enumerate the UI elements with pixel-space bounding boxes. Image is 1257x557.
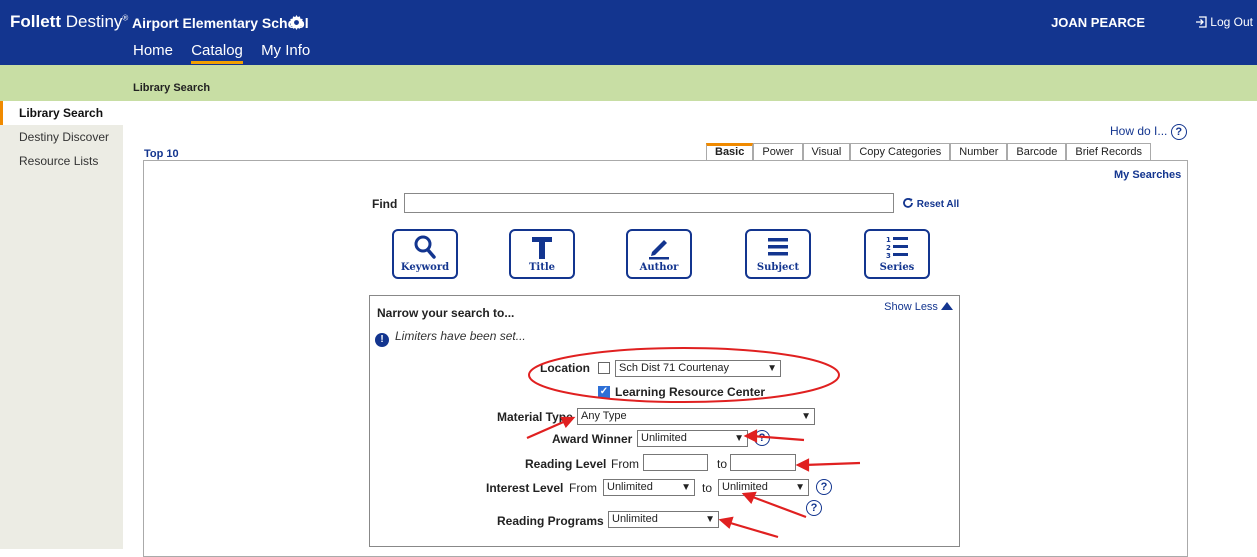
reset-icon <box>903 198 913 208</box>
sidebar-item-resource-lists[interactable]: Resource Lists <box>0 149 123 173</box>
narrow-title: Narrow your search to... <box>377 306 515 320</box>
location-checkbox[interactable] <box>598 362 610 374</box>
breadcrumb: Library Search <box>133 82 211 94</box>
sidebar-item-destiny-discover[interactable]: Destiny Discover <box>0 125 123 149</box>
search-tabs: Basic Power Visual Copy Categories Numbe… <box>706 143 1151 160</box>
series-search-button[interactable]: 123 Series <box>864 229 930 279</box>
tab-power[interactable]: Power <box>753 143 803 160</box>
nav-home[interactable]: Home <box>133 42 173 61</box>
user-name[interactable]: JOAN PEARCE <box>1051 15 1145 30</box>
pencil-icon <box>628 234 690 262</box>
award-winner-select[interactable]: Unlimited ▼ <box>637 430 748 447</box>
chevron-down-icon: ▼ <box>801 411 811 422</box>
logout-link[interactable]: Log Out <box>1195 15 1253 29</box>
show-less-link[interactable]: Show Less <box>884 301 953 313</box>
letter-t-icon <box>511 234 573 262</box>
lrc-checkbox[interactable]: ✓ <box>598 386 610 398</box>
chevron-down-icon: ▼ <box>734 433 744 444</box>
chevron-down-icon: ▼ <box>705 514 715 525</box>
author-search-button[interactable]: Author <box>626 229 692 279</box>
material-type-label: Material Type <box>497 410 573 424</box>
location-select[interactable]: Sch Dist 71 Courtenay ▼ <box>615 360 781 377</box>
sidebar: Library Search Destiny Discover Resource… <box>0 101 123 549</box>
reading-programs-select[interactable]: Unlimited ▼ <box>608 511 719 528</box>
tab-basic[interactable]: Basic <box>706 143 754 160</box>
nav-catalog[interactable]: Catalog <box>191 42 243 64</box>
svg-text:3: 3 <box>886 252 891 260</box>
chevron-down-icon: ▼ <box>795 482 805 493</box>
triangle-up-icon <box>941 302 953 310</box>
interest-level-to-select[interactable]: Unlimited ▼ <box>718 479 809 496</box>
alert-icon: ! <box>375 333 389 347</box>
reading-level-to-input[interactable] <box>730 454 796 471</box>
brand-logo[interactable]: Follett Destiny® <box>10 12 128 32</box>
interest-level-label: Interest Level <box>486 481 564 495</box>
interest-level-from-label: From <box>569 481 597 495</box>
subject-search-button[interactable]: Subject <box>745 229 811 279</box>
svg-text:1: 1 <box>886 236 891 244</box>
main-nav: Home Catalog My Info <box>133 42 324 64</box>
location-label: Location <box>540 361 590 375</box>
my-searches-link[interactable]: My Searches <box>1114 169 1181 181</box>
tab-barcode[interactable]: Barcode <box>1007 143 1067 160</box>
reading-level-label: Reading Level <box>525 457 607 471</box>
title-search-button[interactable]: Title <box>509 229 575 279</box>
reading-programs-help-icon[interactable]: ? <box>806 500 822 516</box>
reading-programs-label: Reading Programs <box>497 514 604 528</box>
interest-level-help-icon[interactable]: ? <box>816 479 832 495</box>
magnifier-icon <box>394 234 456 262</box>
award-winner-help-icon[interactable]: ? <box>754 430 770 446</box>
keyword-search-button[interactable]: Keyword <box>392 229 458 279</box>
logout-icon <box>1196 16 1207 28</box>
svg-text:2: 2 <box>886 244 891 252</box>
tab-copy-categories[interactable]: Copy Categories <box>850 143 951 160</box>
gear-icon[interactable] <box>289 15 304 33</box>
top-header: Follett Destiny® Airport Elementary Scho… <box>0 0 1257 65</box>
reading-level-from-input[interactable] <box>643 454 708 471</box>
nav-my-info[interactable]: My Info <box>261 42 310 61</box>
tab-brief-records[interactable]: Brief Records <box>1066 143 1151 160</box>
lrc-label: Learning Resource Center <box>615 385 766 399</box>
tab-visual[interactable]: Visual <box>802 143 851 160</box>
top-10-link[interactable]: Top 10 <box>144 148 179 160</box>
numbered-list-icon: 123 <box>866 234 928 262</box>
sidebar-item-library-search[interactable]: Library Search <box>0 101 123 125</box>
how-do-i-link[interactable]: How do I... ? <box>1110 124 1187 140</box>
find-input[interactable] <box>404 193 894 213</box>
tab-number[interactable]: Number <box>950 143 1008 160</box>
award-winner-label: Award Winner <box>552 432 633 446</box>
help-icon: ? <box>1170 124 1187 140</box>
chevron-down-icon: ▼ <box>767 363 777 374</box>
interest-level-from-select[interactable]: Unlimited ▼ <box>603 479 695 496</box>
reading-level-from-label: From <box>611 457 639 471</box>
limiters-note: ! Limiters have been set... <box>375 329 526 347</box>
reset-all-link[interactable]: Reset All <box>902 197 959 210</box>
school-name: Airport Elementary School <box>132 15 309 31</box>
material-type-select[interactable]: Any Type ▼ <box>577 408 815 425</box>
chevron-down-icon: ▼ <box>681 482 691 493</box>
find-label: Find <box>372 197 398 211</box>
lines-icon <box>747 234 809 262</box>
interest-level-to-label: to <box>702 481 713 495</box>
reading-level-to-label: to <box>717 457 728 471</box>
